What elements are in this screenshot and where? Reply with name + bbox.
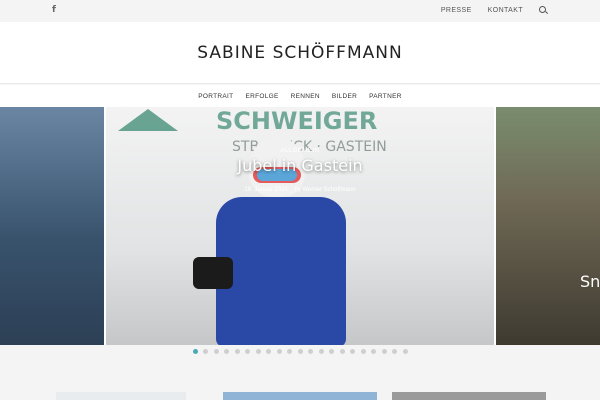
site-title[interactable]: SABINE SCHÖFFMANN	[0, 43, 600, 63]
post-title[interactable]: Jubel in Gastein	[106, 157, 494, 175]
slider-dot[interactable]	[402, 349, 408, 354]
image-slider[interactable]: SCHWEIGER STB BRUCK · GASTEIN Sn	[0, 107, 600, 345]
kontakt-link[interactable]: KONTAKT	[488, 7, 523, 14]
slider-dot[interactable]	[245, 349, 250, 354]
slider-dot[interactable]	[329, 349, 334, 354]
recent-posts-row	[0, 360, 600, 400]
slide-caption: ALLGEMEIN Jubel in Gastein 18. Januar 20…	[106, 148, 494, 193]
slider-dot[interactable]	[266, 349, 271, 354]
athlete-glove	[193, 257, 233, 289]
nav-item-partner[interactable]: PARTNER	[369, 93, 402, 100]
slider-dot[interactable]	[381, 349, 387, 354]
post-thumbnail[interactable]	[392, 392, 546, 400]
sponsor-banner-text: SCHWEIGER	[216, 107, 378, 135]
post-author[interactable]: by Werner Schöffmann	[294, 187, 355, 193]
slide-previous[interactable]	[0, 107, 104, 345]
main-nav: PORTRAIT ERFOLGE RENNEN BILDER PARTNER	[0, 85, 600, 107]
post-thumbnail[interactable]	[223, 392, 377, 400]
slider-dot[interactable]	[308, 349, 313, 354]
slider-dot[interactable]	[192, 349, 198, 354]
nav-item-portrait[interactable]: PORTRAIT	[198, 93, 233, 100]
post-date: 18. Januar 2024	[244, 187, 288, 193]
post-meta: 18. Januar 2024 by Werner Schöffmann	[106, 187, 494, 193]
nav-item-rennen[interactable]: RENNEN	[291, 93, 320, 100]
slider-pagination	[0, 349, 600, 354]
slider-dot[interactable]	[213, 349, 219, 354]
presse-link[interactable]: PRESSE	[441, 7, 472, 14]
slider-dot[interactable]	[339, 349, 345, 354]
slider-dot[interactable]	[224, 349, 229, 354]
slide-next[interactable]	[496, 107, 600, 345]
slide-current[interactable]: SCHWEIGER STB BRUCK · GASTEIN	[106, 107, 494, 345]
slider-dot[interactable]	[276, 349, 282, 354]
slider-dot[interactable]	[255, 349, 261, 354]
nav-item-bilder[interactable]: BILDER	[332, 93, 357, 100]
sponsor-logo	[118, 109, 178, 131]
next-slide-title[interactable]: Sn	[580, 272, 600, 291]
slider-dot[interactable]	[360, 349, 366, 354]
slider-dot[interactable]	[350, 349, 355, 354]
post-thumbnail[interactable]	[56, 392, 186, 400]
search-icon[interactable]	[539, 6, 548, 15]
slider-dot[interactable]	[297, 349, 303, 354]
slider-dot[interactable]	[318, 349, 324, 354]
athlete-jersey	[216, 197, 346, 345]
top-bar: f PRESSE KONTAKT	[0, 0, 600, 22]
facebook-icon[interactable]: f	[52, 5, 56, 15]
nav-item-erfolge[interactable]: ERFOLGE	[245, 93, 278, 100]
site-header: SABINE SCHÖFFMANN	[0, 22, 600, 84]
slider-dot[interactable]	[287, 349, 292, 354]
slider-dot[interactable]	[392, 349, 397, 354]
slider-dot[interactable]	[234, 349, 240, 354]
slider-dot[interactable]	[371, 349, 376, 354]
top-links: PRESSE KONTAKT	[441, 6, 548, 15]
slider-dot[interactable]	[203, 349, 208, 354]
post-category[interactable]: ALLGEMEIN	[106, 148, 494, 154]
